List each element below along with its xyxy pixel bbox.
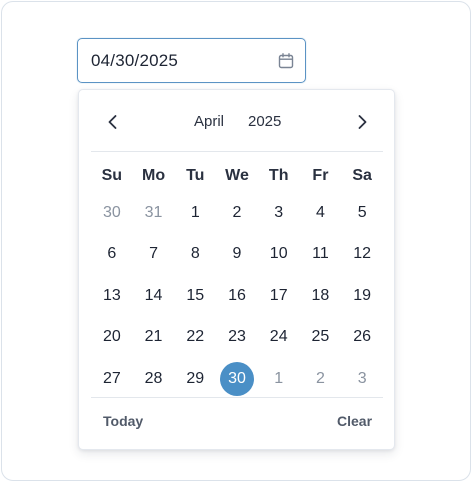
day-cell[interactable]: 11: [300, 234, 342, 276]
day-number: 7: [149, 245, 159, 263]
weekday-label: Sa: [352, 167, 372, 184]
day-cell[interactable]: 2: [216, 192, 258, 234]
day-number: 8: [190, 245, 200, 263]
day-number: 12: [353, 245, 372, 263]
day-cell[interactable]: 6: [91, 234, 133, 276]
day-cell[interactable]: 20: [91, 317, 133, 359]
day-number: 15: [186, 286, 205, 304]
day-cell[interactable]: 1: [174, 192, 216, 234]
weekday-label: Tu: [186, 167, 205, 184]
day-number: 29: [186, 369, 205, 387]
day-number: 1: [274, 369, 284, 387]
day-cell[interactable]: 2: [300, 358, 342, 400]
day-number: 23: [228, 328, 246, 346]
day-cell[interactable]: 7: [133, 234, 175, 276]
day-cell[interactable]: 10: [258, 234, 300, 276]
day-cell-selected[interactable]: 30: [216, 358, 258, 400]
footer-divider: [91, 397, 383, 398]
header-divider: [91, 151, 383, 152]
day-number: 13: [102, 286, 121, 304]
day-number: 31: [144, 203, 163, 221]
day-number: 20: [102, 328, 121, 346]
day-number: 3: [274, 203, 284, 221]
day-cell[interactable]: 29: [174, 358, 216, 400]
day-number: 3: [357, 369, 367, 387]
day-cell[interactable]: 18: [300, 275, 342, 317]
calendar-popover: April 2025 Su Mo Tu We Th Fr Sa 30 31 1 2 3 4 5 6 7 8 9 1…: [78, 89, 395, 450]
day-cell[interactable]: 5: [341, 192, 383, 234]
day-number: 2: [315, 369, 325, 387]
day-number: 19: [353, 286, 372, 304]
day-number: 16: [228, 286, 246, 304]
day-cell[interactable]: 15: [174, 275, 216, 317]
day-cell[interactable]: 30: [91, 192, 133, 234]
chevron-left-icon: [108, 115, 117, 129]
day-number: 30: [219, 361, 254, 396]
chevron-right-icon: [358, 115, 367, 129]
day-number: 6: [107, 245, 117, 263]
day-number: 9: [232, 245, 242, 263]
day-cell[interactable]: 27: [91, 358, 133, 400]
weekday-label: Su: [101, 167, 123, 184]
days-grid: 30 31 1 2 3 4 5 6 7 8 9 10 11 12 13 14 15 16 17 18 19 20 21 22 2…: [91, 192, 383, 400]
month-label[interactable]: April: [194, 113, 224, 130]
year-label[interactable]: 2025: [248, 113, 281, 130]
day-number: 4: [315, 203, 325, 221]
day-cell[interactable]: 28: [133, 358, 175, 400]
day-cell[interactable]: 21: [133, 317, 175, 359]
day-cell[interactable]: 19: [341, 275, 383, 317]
weekday-label: We: [225, 167, 249, 184]
day-cell[interactable]: 14: [133, 275, 175, 317]
day-number: 24: [269, 328, 288, 346]
date-input-value[interactable]: 04/30/2025: [91, 51, 277, 71]
page-frame: 04/30/2025 April 2025 Su Mo Tu We Th Fr …: [1, 1, 471, 481]
day-number: 22: [186, 328, 205, 346]
day-cell[interactable]: 25: [300, 317, 342, 359]
day-cell[interactable]: 4: [300, 192, 342, 234]
day-cell[interactable]: 3: [258, 192, 300, 234]
day-number: 10: [269, 245, 288, 263]
day-number: 21: [144, 328, 163, 346]
day-number: 25: [311, 328, 330, 346]
day-number: 5: [357, 203, 367, 221]
day-cell[interactable]: 13: [91, 275, 133, 317]
weekday-label: Fr: [312, 167, 329, 184]
day-cell[interactable]: 31: [133, 192, 175, 234]
day-number: 2: [232, 203, 242, 221]
prev-month-button[interactable]: [101, 110, 125, 134]
next-month-button[interactable]: [350, 110, 374, 134]
day-number: 27: [102, 369, 121, 387]
day-number: 26: [353, 328, 372, 346]
day-cell[interactable]: 26: [341, 317, 383, 359]
day-cell[interactable]: 1: [258, 358, 300, 400]
day-number: 1: [190, 203, 200, 221]
weekday-row: Su Mo Tu We Th Fr Sa: [91, 164, 383, 188]
day-cell[interactable]: 22: [174, 317, 216, 359]
day-number: 28: [144, 369, 163, 387]
day-number: 11: [312, 245, 329, 263]
day-cell[interactable]: 23: [216, 317, 258, 359]
day-cell[interactable]: 3: [341, 358, 383, 400]
clear-button[interactable]: Clear: [337, 413, 372, 429]
day-number: 30: [102, 203, 121, 221]
weekday-label: Mo: [142, 167, 166, 184]
day-cell[interactable]: 12: [341, 234, 383, 276]
calendar-header: April 2025: [79, 90, 394, 152]
day-cell[interactable]: 9: [216, 234, 258, 276]
day-number: 18: [311, 286, 330, 304]
day-cell[interactable]: 8: [174, 234, 216, 276]
day-number: 17: [269, 286, 288, 304]
day-cell[interactable]: 16: [216, 275, 258, 317]
day-number: 14: [144, 286, 163, 304]
day-cell[interactable]: 24: [258, 317, 300, 359]
date-input[interactable]: 04/30/2025: [77, 38, 306, 83]
today-button[interactable]: Today: [103, 413, 143, 429]
weekday-label: Th: [268, 167, 289, 184]
day-cell[interactable]: 17: [258, 275, 300, 317]
calendar-icon[interactable]: [277, 52, 295, 70]
